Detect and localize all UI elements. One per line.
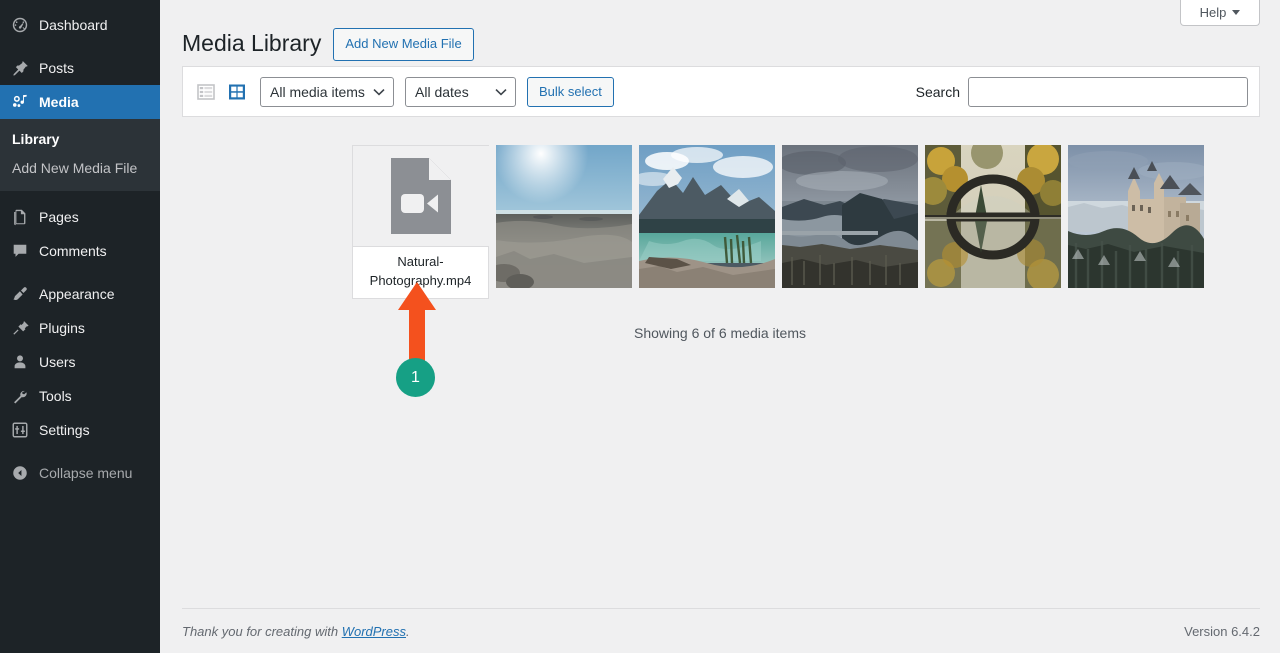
footer-thanks: Thank you for creating with WordPress. — [182, 624, 410, 639]
video-file-icon — [391, 158, 451, 234]
appearance-brush-icon — [10, 284, 30, 304]
footer-thanks-prefix: Thank you for creating with — [182, 623, 342, 639]
plugins-plug-icon — [10, 318, 30, 338]
wordpress-admin-screen: Dashboard Posts Media Library Add New Me… — [0, 0, 1280, 653]
tools-wrench-icon — [10, 386, 30, 406]
beach-shoreline-photo — [496, 145, 632, 288]
sidebar-item-label: Settings — [39, 421, 90, 438]
castle-in-snow-photo — [1068, 145, 1204, 288]
collapse-menu-label: Collapse menu — [39, 464, 133, 481]
sidebar-item-label: Posts — [39, 60, 75, 76]
media-file-name: Natural-Photography.mp4 — [353, 246, 488, 298]
sidebar-item-media[interactable]: Media — [0, 85, 160, 119]
media-item-image[interactable] — [496, 145, 632, 299]
bulk-select-button[interactable]: Bulk select — [527, 76, 614, 107]
page-title: Media Library — [182, 30, 322, 57]
date-filter[interactable]: All dates — [405, 76, 516, 107]
media-item-image[interactable] — [639, 145, 775, 299]
date-filter-wrap: All dates — [405, 76, 516, 107]
sidebar-separator — [0, 191, 160, 200]
sidebar-item-posts[interactable]: Posts — [0, 51, 160, 85]
mountain-lake-photo — [639, 145, 775, 288]
annotation-step-badge: 1 — [396, 358, 435, 397]
comments-icon — [10, 241, 30, 261]
sidebar-item-label: Comments — [39, 242, 107, 259]
sidebar-item-label: Appearance — [39, 285, 115, 302]
media-item-image[interactable] — [925, 145, 1061, 299]
sidebar-subitem-add-new-media-file[interactable]: Add New Media File — [0, 154, 160, 183]
media-thumbnail — [782, 145, 918, 288]
media-thumbnail — [353, 146, 489, 246]
help-button[interactable]: Help — [1180, 0, 1260, 26]
media-grid: Natural-Photography.mp4 — [352, 145, 1262, 299]
settings-sliders-icon — [10, 420, 30, 440]
pin-icon — [10, 58, 30, 78]
media-type-filter[interactable]: All media itemsImagesAudioVideoDocuments… — [260, 76, 394, 107]
sidebar-subitem-library[interactable]: Library — [0, 125, 160, 154]
search-label: Search — [915, 83, 960, 100]
admin-sidebar: Dashboard Posts Media Library Add New Me… — [0, 0, 160, 653]
sidebar-item-pages[interactable]: Pages — [0, 200, 160, 234]
media-item-image[interactable] — [1068, 145, 1204, 299]
help-label: Help — [1199, 5, 1227, 20]
grid-view-icon[interactable] — [225, 80, 249, 104]
users-icon — [10, 352, 30, 372]
media-thumbnail — [496, 145, 632, 288]
media-item-video-file[interactable]: Natural-Photography.mp4 — [352, 145, 489, 299]
sidebar-item-label: Pages — [39, 208, 79, 225]
sidebar-item-label: Plugins — [39, 319, 85, 336]
bridge-over-river-photo — [782, 145, 918, 288]
sidebar-item-comments[interactable]: Comments — [0, 234, 160, 268]
sidebar-item-label: Dashboard — [39, 17, 108, 33]
search-input[interactable] — [968, 76, 1248, 107]
media-type-filter-wrap: All media itemsImagesAudioVideoDocuments… — [260, 76, 394, 107]
sidebar-separator — [0, 42, 160, 51]
sidebar-item-label: Tools — [39, 387, 72, 404]
pages-icon — [10, 207, 30, 227]
collapse-menu-button[interactable]: Collapse menu — [0, 456, 160, 490]
search-area: Search — [915, 76, 1248, 107]
media-icon — [10, 92, 30, 112]
sidebar-item-users[interactable]: Users — [0, 345, 160, 379]
help-tab-wrap: Help — [1180, 0, 1260, 26]
view-mode-switch — [194, 80, 249, 104]
main-content: Help Media Library Add New Media File Al… — [160, 0, 1280, 653]
dashboard-icon — [10, 15, 30, 35]
footer-thanks-suffix: . — [406, 623, 410, 639]
showing-count-text: Showing 6 of 6 media items — [634, 325, 806, 341]
sidebar-item-tools[interactable]: Tools — [0, 379, 160, 413]
media-thumbnail — [925, 145, 1061, 288]
sidebar-item-label: Users — [39, 353, 76, 370]
media-thumbnail — [639, 145, 775, 288]
sidebar-item-plugins[interactable]: Plugins — [0, 311, 160, 345]
sidebar-separator — [0, 268, 160, 277]
list-view-icon[interactable] — [194, 80, 218, 104]
sidebar-item-settings[interactable]: Settings — [0, 413, 160, 447]
collapse-arrow-icon — [10, 463, 30, 483]
sidebar-item-label: Media — [39, 94, 79, 110]
sidebar-separator — [0, 447, 160, 456]
sidebar-item-dashboard[interactable]: Dashboard — [0, 8, 160, 42]
chevron-down-icon — [1232, 10, 1241, 15]
sidebar-submenu-media: Library Add New Media File — [0, 119, 160, 191]
wordpress-link[interactable]: WordPress — [342, 624, 406, 639]
add-new-media-file-button[interactable]: Add New Media File — [333, 28, 474, 61]
autumn-arch-bridge-reflection-photo — [925, 145, 1061, 288]
media-thumbnail — [1068, 145, 1204, 288]
admin-footer: Thank you for creating with WordPress. V… — [182, 608, 1260, 653]
footer-version: Version 6.4.2 — [1184, 623, 1260, 639]
media-toolbar: All media itemsImagesAudioVideoDocuments… — [182, 66, 1260, 117]
media-item-image[interactable] — [782, 145, 918, 299]
sidebar-item-appearance[interactable]: Appearance — [0, 277, 160, 311]
